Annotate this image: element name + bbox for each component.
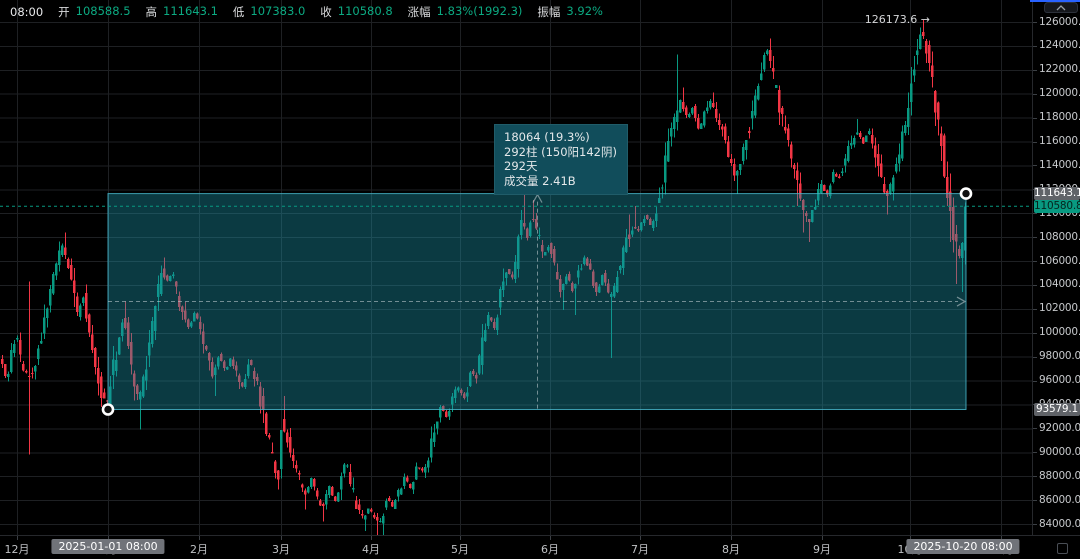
ohlc-field-value: 107383.0: [250, 4, 305, 20]
price-axis-label: 92000.0: [1039, 422, 1080, 434]
ohlc-field-高: 高 111643.1: [146, 4, 218, 20]
axis-corner-icon[interactable]: [1057, 543, 1068, 554]
time-axis-tick: [17, 536, 18, 540]
price-axis-label: 86000.0: [1039, 494, 1080, 506]
time-axis-tick: [281, 536, 282, 540]
price-axis-label: 100000.0: [1039, 326, 1080, 338]
time-axis-label: 4月: [362, 541, 380, 557]
chevron-up-icon: [1056, 5, 1066, 11]
collapse-chevron-tab[interactable]: [1044, 2, 1078, 13]
measure-change: 18064 (19.3%): [504, 130, 617, 145]
ohlc-field-label: 开: [58, 4, 70, 20]
time-axis-label: 12月: [5, 541, 30, 557]
measure-end-date-badge: 2025-10-20 08:00: [906, 539, 1019, 554]
ohlc-field-收: 收 110580.8: [320, 4, 392, 20]
price-axis-tick: [1033, 452, 1037, 453]
measure-bars: 292柱 (150阳142阴): [504, 145, 617, 160]
price-axis-tick: [1033, 261, 1037, 262]
price-axis-label: 96000.0: [1039, 374, 1080, 386]
price-axis-tick: [1033, 333, 1037, 334]
measure-days: 292天: [504, 159, 617, 174]
price-axis[interactable]: 126000.0 124000.0 122000.0 120000.0 118000.0…: [1032, 0, 1080, 535]
price-axis-label: 108000.0: [1039, 231, 1080, 243]
time-axis-tick: [640, 536, 641, 540]
price-axis-tick: [1033, 70, 1037, 71]
price-axis-label: 116000.0: [1039, 135, 1080, 147]
time-axis-tick: [822, 536, 823, 540]
measure-price-badge: 111643.1: [1034, 187, 1080, 200]
price-axis-tick: [1033, 46, 1037, 47]
time-axis-tick: [371, 536, 372, 540]
ohlc-field-低: 低 107383.0: [233, 4, 305, 20]
ohlc-field-振幅: 振幅 3.92%: [537, 4, 603, 20]
ohlc-field-label: 振幅: [537, 4, 560, 20]
time-axis-label: 8月: [722, 541, 740, 557]
time-axis-label: 6月: [541, 541, 559, 557]
measure-start-date-badge: 2025-01-01 08:00: [51, 539, 164, 554]
price-axis-tick: [1033, 476, 1037, 477]
price-axis-label: 122000.0: [1039, 63, 1080, 75]
measure-handle-end[interactable]: [961, 189, 971, 199]
time-axis-tick: [460, 536, 461, 540]
price-axis-tick: [1033, 524, 1037, 525]
price-axis-tick: [1033, 428, 1037, 429]
price-axis-tick: [1033, 309, 1037, 310]
price-range-drawing[interactable]: [108, 194, 966, 410]
ohlc-field-value: 1.83%(1992.3): [437, 4, 523, 20]
time-axis-label: 2月: [190, 541, 208, 557]
measure-volume: 成交量 2.41B: [504, 174, 617, 189]
ohlc-field-label: 涨幅: [408, 4, 431, 20]
ohlc-field-value: 108588.5: [76, 4, 131, 20]
price-axis-label: 88000.0: [1039, 470, 1080, 482]
price-axis-tick: [1033, 381, 1037, 382]
bar-time: 08:00: [10, 5, 43, 19]
price-axis-label: 114000.0: [1039, 159, 1080, 171]
price-axis-tick: [1033, 237, 1037, 238]
time-axis-label: 5月: [451, 541, 469, 557]
time-axis-label: 7月: [631, 541, 649, 557]
price-axis-label: 118000.0: [1039, 111, 1080, 123]
measure-price-badge: 93579.1: [1034, 403, 1080, 416]
price-axis-tick: [1033, 357, 1037, 358]
last-price-badge: 110580.8: [1034, 200, 1080, 213]
price-axis-tick: [1033, 22, 1037, 23]
ohlc-field-value: 110580.8: [338, 4, 393, 20]
ohlc-bar: 08:00 开 108588.5 高 111643.1 低 107383.0 收 110580…: [10, 4, 603, 20]
ohlc-field-label: 收: [320, 4, 332, 20]
ohlc-field-label: 高: [146, 4, 158, 20]
time-axis-label: 3月: [272, 541, 290, 557]
price-axis-tick: [1033, 118, 1037, 119]
price-axis-tick: [1033, 165, 1037, 166]
ohlc-field-label: 低: [233, 4, 245, 20]
price-axis-label: 124000.0: [1039, 39, 1080, 51]
price-axis-tick: [1033, 500, 1037, 501]
candlestick-chart[interactable]: [0, 0, 1032, 535]
price-axis-label: 126000.0: [1039, 16, 1080, 28]
ohlc-field-涨幅: 涨幅 1.83%(1992.3): [408, 4, 523, 20]
time-axis-tick: [550, 536, 551, 540]
ohlc-field-开: 开 108588.5: [58, 4, 130, 20]
chart-window: 08:00 开 108588.5 高 111643.1 低 107383.0 收 110580…: [0, 0, 1080, 559]
price-axis-tick: [1033, 213, 1037, 214]
price-axis-label: 98000.0: [1039, 350, 1080, 362]
price-axis-tick: [1033, 94, 1037, 95]
ohlc-field-value: 111643.1: [163, 4, 218, 20]
price-axis-tick: [1033, 285, 1037, 286]
time-axis-tick: [731, 536, 732, 540]
price-axis-label: 120000.0: [1039, 87, 1080, 99]
price-axis-label: 104000.0: [1039, 278, 1080, 290]
time-axis-tick: [199, 536, 200, 540]
time-axis-label: 9月: [813, 541, 831, 557]
price-axis-tick: [1033, 142, 1037, 143]
price-axis-label: 102000.0: [1039, 302, 1080, 314]
price-axis-label: 106000.0: [1039, 255, 1080, 267]
high-price-annotation: 126173.6 →: [856, 13, 930, 26]
price-axis-label: 84000.0: [1039, 518, 1080, 530]
price-axis-label: 90000.0: [1039, 446, 1080, 458]
ohlc-field-value: 3.92%: [566, 4, 603, 20]
measure-tooltip: 18064 (19.3%) 292柱 (150阳142阴) 292天 成交量 2…: [494, 124, 628, 195]
time-axis[interactable]: 12月1月2月3月4月5月6月7月8月9月10月11月2025-01-01 08…: [0, 535, 1080, 559]
measure-handle-start[interactable]: [103, 405, 113, 415]
